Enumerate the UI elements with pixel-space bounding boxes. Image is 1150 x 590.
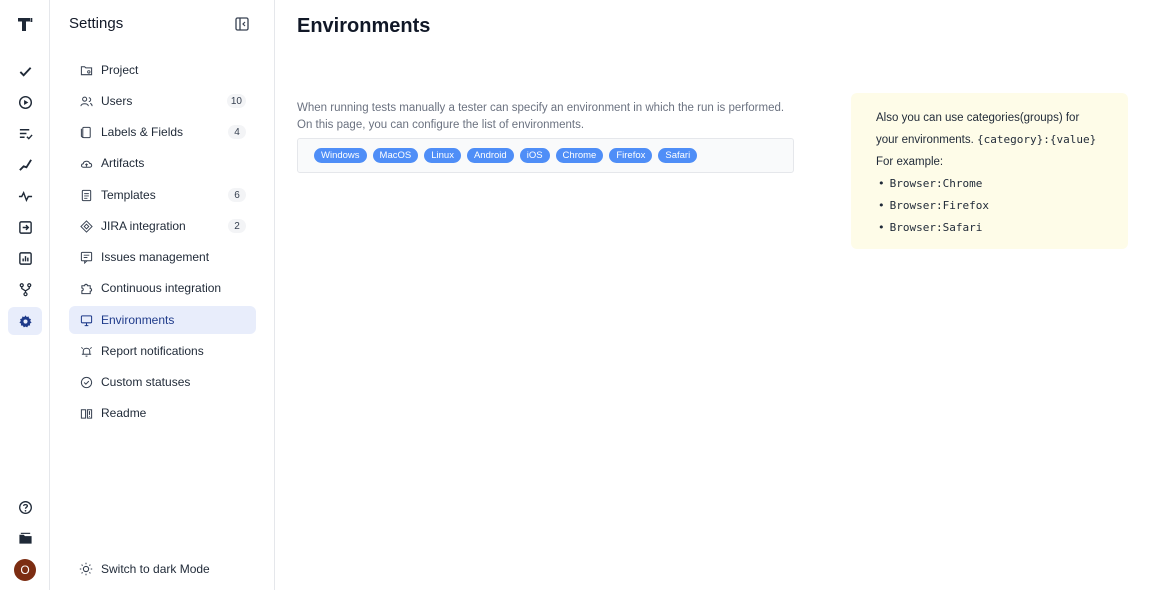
sidebar-title: Settings bbox=[69, 15, 124, 32]
steps-icon bbox=[18, 158, 32, 171]
book-icon bbox=[79, 406, 93, 420]
users-icon bbox=[79, 94, 93, 108]
settings-sidebar: Settings Project Users 10 Labels & Field… bbox=[50, 0, 275, 590]
categories-hint-panel: Also you can use categories(groups) for … bbox=[851, 93, 1128, 249]
sidebar-item-label: JIRA integration bbox=[101, 219, 186, 233]
sidebar-item-label: Project bbox=[101, 63, 139, 77]
environment-tag[interactable]: MacOS bbox=[372, 148, 419, 163]
sidebar-item-labels-fields[interactable]: Labels & Fields 4 bbox=[69, 118, 256, 146]
hint-line-2-text: your environments. bbox=[876, 134, 974, 146]
sidebar-item-label: Custom statuses bbox=[101, 375, 191, 389]
bell-icon bbox=[79, 344, 93, 358]
jira-icon bbox=[79, 219, 93, 233]
check-icon bbox=[19, 66, 31, 77]
environment-tag[interactable]: Chrome bbox=[555, 148, 604, 163]
issues-icon bbox=[79, 250, 93, 264]
example-list: Browser:Chrome Browser:Firefox Browser:S… bbox=[876, 173, 1110, 239]
check-circle-icon bbox=[79, 375, 93, 389]
sidebar-item-users[interactable]: Users 10 bbox=[69, 87, 256, 115]
dark-mode-toggle[interactable]: Switch to dark Mode bbox=[79, 562, 210, 576]
folder-icon bbox=[18, 532, 32, 544]
rail-steps-button[interactable] bbox=[8, 150, 42, 178]
environments-description: When running tests manually a tester can… bbox=[297, 100, 817, 134]
branch-icon bbox=[19, 282, 31, 296]
sidebar-item-artifacts[interactable]: Artifacts bbox=[69, 149, 256, 177]
testomat-logo[interactable] bbox=[14, 13, 36, 35]
example-item: Browser:Chrome bbox=[876, 173, 1110, 195]
description-line-2: On this page, you can configure the list… bbox=[297, 119, 585, 131]
sidebar-item-label: Templates bbox=[101, 188, 156, 202]
project-folder-icon bbox=[79, 63, 93, 77]
rail-import-button[interactable] bbox=[8, 213, 42, 241]
example-item: Browser:Firefox bbox=[876, 195, 1110, 217]
sidebar-item-label: Environments bbox=[101, 313, 175, 327]
sidebar-item-continuous-integration[interactable]: Continuous integration bbox=[69, 274, 256, 302]
sidebar-collapse-icon bbox=[235, 17, 249, 31]
puzzle-icon bbox=[79, 281, 93, 295]
template-icon bbox=[79, 188, 93, 202]
avatar[interactable]: O bbox=[14, 559, 36, 581]
count-badge: 6 bbox=[228, 188, 246, 202]
sidebar-item-label: Readme bbox=[101, 406, 147, 420]
logo-icon bbox=[18, 18, 33, 31]
environments-list[interactable]: Windows MacOS Linux Android iOS Chrome F… bbox=[297, 138, 794, 173]
labels-icon bbox=[79, 125, 93, 139]
sidebar-item-label: Artifacts bbox=[101, 156, 145, 170]
sidebar-item-label: Issues management bbox=[101, 250, 210, 264]
rail-analytics-button[interactable] bbox=[8, 244, 42, 272]
app-rail: O bbox=[0, 0, 50, 590]
rail-runs-button[interactable] bbox=[8, 88, 42, 116]
count-badge: 2 bbox=[228, 219, 246, 233]
sun-icon bbox=[79, 562, 93, 576]
environment-tag[interactable]: Safari bbox=[658, 148, 698, 163]
import-icon bbox=[18, 220, 32, 234]
pulse-icon bbox=[18, 190, 32, 202]
count-badge: 4 bbox=[228, 125, 246, 139]
rail-pulse-button[interactable] bbox=[8, 182, 42, 210]
play-circle-icon bbox=[18, 95, 32, 109]
environment-tag[interactable]: Android bbox=[466, 148, 514, 163]
sidebar-item-label: Continuous integration bbox=[101, 281, 222, 295]
sidebar-item-label: Report notifications bbox=[101, 344, 204, 358]
sidebar-item-readme[interactable]: Readme bbox=[69, 399, 256, 427]
rail-tests-button[interactable] bbox=[8, 57, 42, 85]
help-icon bbox=[18, 500, 32, 514]
sidebar-item-custom-statuses[interactable]: Custom statuses bbox=[69, 368, 256, 396]
hint-line-1: Also you can use categories(groups) for bbox=[876, 112, 1080, 124]
bar-chart-icon bbox=[18, 251, 32, 265]
sidebar-item-issues-management[interactable]: Issues management bbox=[69, 243, 256, 271]
sidebar-item-environments[interactable]: Environments bbox=[69, 306, 256, 334]
monitor-icon bbox=[79, 313, 93, 327]
rail-settings-button[interactable] bbox=[8, 307, 42, 335]
list-check-icon bbox=[19, 128, 33, 140]
hint-line-2: your environments. {category}:{value} bbox=[876, 129, 1110, 151]
sidebar-item-report-notifications[interactable]: Report notifications bbox=[69, 337, 256, 365]
dark-mode-label: Switch to dark Mode bbox=[101, 562, 210, 576]
hint-line-3: For example: bbox=[876, 156, 944, 168]
description-line-1: When running tests manually a tester can… bbox=[297, 102, 785, 114]
sidebar-item-label: Labels & Fields bbox=[101, 125, 184, 139]
sidebar-item-label: Users bbox=[101, 94, 133, 108]
environment-tag[interactable]: Linux bbox=[424, 148, 461, 163]
rail-plans-button[interactable] bbox=[8, 119, 42, 147]
gear-icon bbox=[18, 314, 32, 327]
sidebar-item-project[interactable]: Project bbox=[69, 56, 256, 84]
rail-branches-button[interactable] bbox=[8, 275, 42, 303]
rail-help-button[interactable] bbox=[8, 493, 42, 521]
environment-tag[interactable]: Firefox bbox=[609, 148, 653, 163]
category-format-code: {category}:{value} bbox=[977, 133, 1097, 146]
sidebar-item-jira-integration[interactable]: JIRA integration 2 bbox=[69, 212, 256, 240]
environment-tag[interactable]: Windows bbox=[314, 148, 367, 163]
cloud-upload-icon bbox=[79, 156, 93, 170]
count-badge: 10 bbox=[226, 94, 246, 108]
rail-projects-button[interactable] bbox=[8, 524, 42, 552]
environment-tag[interactable]: iOS bbox=[519, 148, 550, 163]
example-item: Browser:Safari bbox=[876, 217, 1110, 239]
sidebar-item-templates[interactable]: Templates 6 bbox=[69, 181, 256, 209]
page-title: Environments bbox=[297, 15, 431, 37]
collapse-sidebar-button[interactable] bbox=[234, 16, 250, 32]
